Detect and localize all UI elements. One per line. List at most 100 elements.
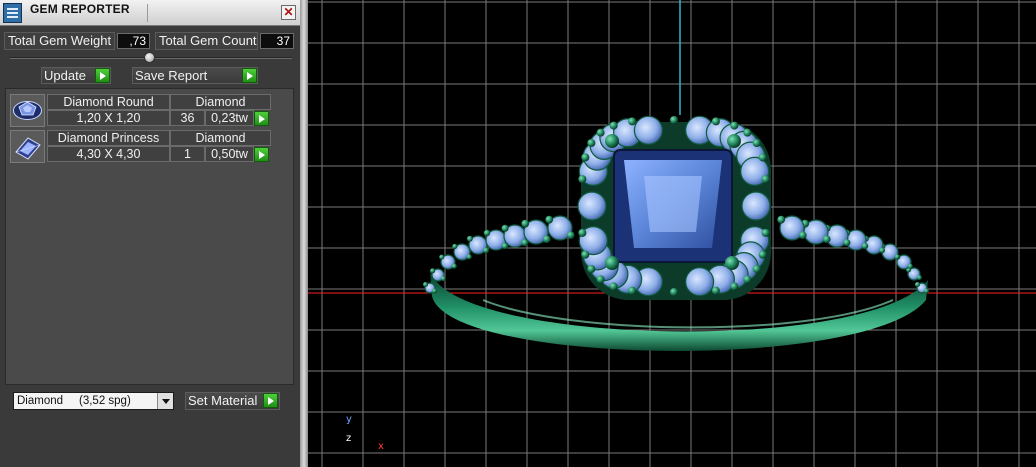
gem-count: 36	[170, 110, 205, 126]
bead	[587, 138, 596, 147]
gem-list[interactable]: Diamond Round Diamond 1,20 X 1,20 36 0,2…	[5, 88, 294, 385]
halo-stone	[577, 191, 607, 221]
bead	[432, 288, 437, 294]
bead	[743, 128, 752, 137]
bead	[730, 282, 739, 291]
play-arrow-icon	[263, 393, 278, 408]
bead	[894, 254, 900, 260]
bead	[777, 215, 786, 224]
bead	[916, 275, 922, 281]
prong	[605, 134, 619, 148]
total-gem-count-label: Total Gem Count	[155, 32, 258, 50]
bead	[596, 128, 605, 137]
prong	[725, 256, 739, 270]
window-title: GEM REPORTER	[30, 2, 130, 16]
update-button[interactable]: Update	[41, 67, 111, 84]
halo-stone	[741, 191, 771, 221]
bead	[730, 121, 739, 130]
material-select[interactable]: Diamond (3,52 spg)	[13, 392, 174, 410]
bead	[711, 117, 720, 126]
bead	[628, 117, 637, 126]
bead	[761, 228, 770, 237]
halo-stone	[633, 115, 663, 145]
gem-size: 1,20 X 1,20	[47, 110, 170, 126]
gem-name: Diamond Round	[47, 94, 170, 110]
bead	[609, 121, 618, 130]
bead	[907, 263, 913, 269]
bead	[924, 288, 929, 294]
bead	[483, 247, 489, 254]
divider-slider-handle[interactable]	[144, 52, 155, 63]
total-gem-count-value: 37	[260, 33, 294, 49]
3d-viewport[interactable]: y z x	[308, 0, 1036, 467]
bead	[452, 243, 458, 249]
panel-splitter[interactable]	[300, 0, 308, 467]
save-report-button-label: Save Report	[135, 68, 208, 83]
diamond-round-icon	[10, 94, 45, 127]
gem-reporter-icon	[3, 3, 22, 23]
bead	[758, 250, 767, 259]
bead	[483, 229, 491, 237]
prong	[727, 134, 741, 148]
title-bar[interactable]: GEM REPORTER ✕	[0, 0, 300, 26]
viewport-canvas[interactable]	[308, 0, 1036, 467]
chevron-down-icon[interactable]	[157, 393, 173, 409]
gem-reporter-panel: GEM REPORTER ✕ Total Gem Weight ,73 Tota…	[0, 0, 302, 467]
bead	[545, 215, 554, 224]
bead	[758, 153, 767, 162]
bead	[423, 282, 428, 287]
bead	[440, 276, 446, 282]
bead	[752, 138, 761, 147]
bead	[439, 254, 445, 260]
bead	[670, 288, 678, 296]
gem-row[interactable]: Diamond Round Diamond 1,20 X 1,20 36 0,2…	[9, 94, 271, 128]
axis-y-label: y	[346, 414, 352, 425]
bead	[578, 228, 587, 237]
bead	[798, 231, 807, 240]
bead	[430, 268, 436, 274]
play-arrow-icon	[95, 68, 110, 83]
axis-x-label: x	[378, 441, 384, 452]
gem-row-arrow-icon[interactable]	[254, 111, 269, 126]
bead	[587, 265, 596, 274]
set-material-button[interactable]: Set Material	[185, 392, 280, 410]
close-button[interactable]: ✕	[281, 5, 296, 20]
bead	[711, 286, 720, 295]
bead	[467, 235, 473, 242]
update-button-label: Update	[44, 68, 86, 83]
material-select-value: Diamond (3,52 spg)	[17, 395, 131, 407]
princess-stone-table	[644, 176, 702, 232]
play-arrow-icon	[242, 68, 257, 83]
title-separator	[147, 4, 148, 22]
halo-stone	[685, 267, 715, 297]
bead	[466, 254, 472, 260]
save-report-button[interactable]: Save Report	[132, 67, 258, 84]
diamond-princess-icon	[10, 130, 45, 163]
gem-material: Diamond	[170, 130, 271, 146]
ring-model[interactable]	[423, 115, 929, 351]
bead	[670, 116, 678, 124]
gem-name: Diamond Princess	[47, 130, 170, 146]
bead	[822, 235, 831, 244]
bead	[596, 275, 605, 284]
bead	[743, 275, 752, 284]
bead	[581, 250, 590, 259]
bead	[861, 242, 869, 250]
gem-row-arrow-icon[interactable]	[254, 147, 269, 162]
bead	[628, 286, 637, 295]
bead	[879, 247, 885, 254]
bead	[761, 175, 770, 184]
gem-material: Diamond	[170, 94, 271, 110]
gem-row[interactable]: Diamond Princess Diamond 4,30 X 4,30 1 0…	[9, 130, 271, 164]
axis-z-label: z	[346, 433, 352, 444]
set-material-button-label: Set Material	[188, 393, 258, 408]
prong	[605, 256, 619, 270]
gem-weight: 0,23tw	[205, 110, 254, 126]
bead	[578, 175, 587, 184]
bead	[609, 282, 618, 291]
bead	[843, 239, 851, 247]
bead	[752, 265, 761, 274]
bead	[542, 235, 551, 244]
bead	[521, 219, 530, 228]
bead	[501, 224, 509, 232]
